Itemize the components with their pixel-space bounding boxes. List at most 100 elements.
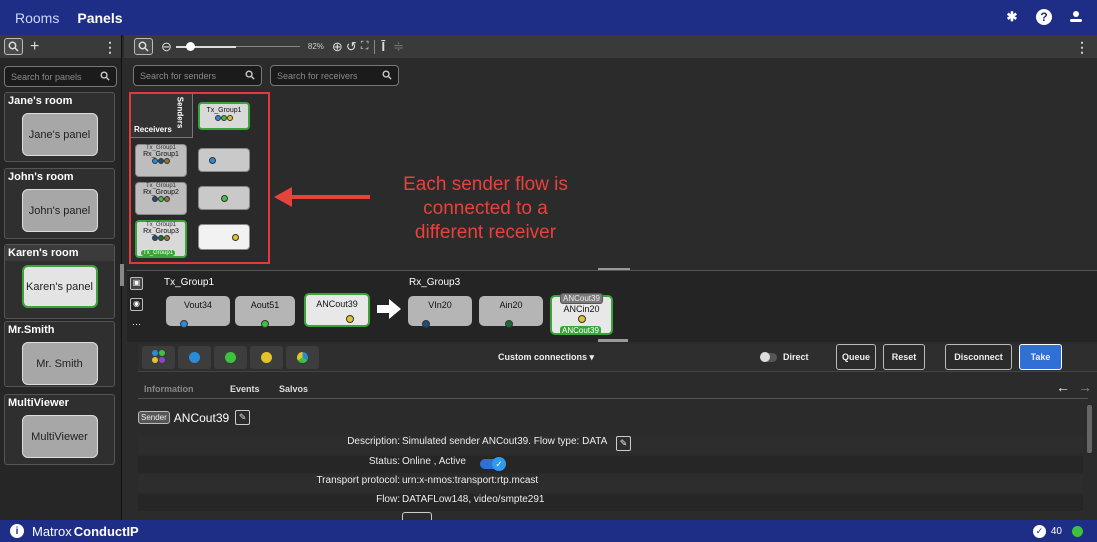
queue-button[interactable]: Queue [836,344,876,370]
edit-icon[interactable]: ✎ [235,410,251,425]
target-icon[interactable]: ◉ [130,298,143,311]
vertical-splitter[interactable] [120,264,124,286]
data-icon [232,234,239,241]
sender-header-label: Tx_Group1 [206,107,242,114]
annotation-line-2: connected to a [423,198,548,219]
status-row: Status: Online , Active ✓ [138,456,1083,473]
rx-flow-ancin[interactable]: ANCout39 ANCin20 ANCout39 [550,293,613,335]
custom-connections-dropdown[interactable]: Custom connections ▾ [498,352,594,363]
zoom-out-icon[interactable]: ⊖ [161,39,172,55]
grid-view-icon[interactable]: ▣ [130,277,143,290]
custom-connections-label: Custom connections [498,352,588,362]
more-icon[interactable]: ⋯ [130,319,143,332]
sender-header[interactable]: Tx_Group1 [198,102,250,130]
flow-row: Flow: DATAFLow148, video/smpte291 [138,494,1083,511]
panel-johns[interactable]: John's panel [21,189,98,232]
add-icon[interactable]: + [30,38,39,55]
tx-flow-ancout[interactable]: ANCout39 [304,293,370,327]
zoom-slider-knob[interactable] [185,41,195,51]
room-multiviewer: MultiViewer MultiViewer [4,394,115,465]
tx-flow-aout[interactable]: Aout51 [235,296,295,328]
tab-salvos[interactable]: Salvos [279,384,308,394]
receiver-row-3[interactable]: Tx_Group1 Rx_Group3 Tx_Group1 [135,220,187,258]
tab-information[interactable]: Information [144,384,194,394]
direct-toggle[interactable] [760,352,777,362]
horizontal-splitter[interactable] [598,339,628,342]
panel-janes[interactable]: Jane's panel [21,113,98,156]
receiver-search-input[interactable]: Search for receivers [270,65,399,86]
receiver-row-2[interactable]: Tx_Group1 Rx_Group2 [135,182,187,215]
direct-label: Direct [783,352,809,362]
panels-sidebar: + ⋮ Search for panels Jane's room Jane's… [0,35,122,520]
tx-flow-vout[interactable]: Vout34 [166,296,230,328]
info-icon[interactable]: i [10,524,24,538]
route-arrow-icon [377,299,401,319]
user-icon[interactable] [1067,8,1085,26]
top-bar: Rooms Panels ✱ ? [0,0,1097,35]
sidebar-toolbar: + ⋮ [0,35,121,58]
panel-mrsmith[interactable]: Mr. Smith [21,342,98,385]
crosspoint-1[interactable] [198,148,250,172]
filter-other-button[interactable] [286,346,319,369]
search-icon [245,69,255,82]
take-button[interactable]: Take [1019,344,1062,370]
edit-icon[interactable]: ✎ [616,436,631,451]
menu-kebab-icon[interactable]: ⋮ [1075,40,1089,54]
info-panel: Sender ANCout39 ✎ Description: Simulated… [138,405,1092,520]
distribute-icon[interactable]: ≑ [393,39,404,55]
forward-arrow-icon[interactable]: → [1078,379,1092,395]
fit-icon[interactable]: ⛶ [361,40,369,53]
help-icon[interactable]: ? [1035,8,1053,26]
transport-row: Transport protocol: urn:x-nmos:transport… [138,475,1083,492]
receiver-dots [136,158,186,165]
video-icon [152,350,158,356]
tab-rooms[interactable]: Rooms [15,10,59,26]
row-label: Status: [368,456,400,467]
sender-dots [200,114,248,122]
rx-flow-ain[interactable]: Ain20 [479,296,543,328]
menu-kebab-icon[interactable]: ⋮ [103,40,117,54]
video-icon [422,320,430,328]
video-icon [209,157,216,164]
panel-search-input[interactable]: Search for panels [4,66,117,87]
flow-label: Vout34 [183,300,213,310]
audio-icon [261,320,269,328]
reset-button[interactable]: Reset [883,344,925,370]
filter-all-button[interactable] [142,346,175,369]
data-icon [152,357,158,363]
row-label: Flow: [376,494,400,505]
gear-icon[interactable]: ✱ [1003,8,1021,26]
receiver-row-1[interactable]: Tx_Group1 Rx_Group1 [135,144,187,177]
tab-panels[interactable]: Panels [77,10,122,26]
panel-karens[interactable]: Karen's panel [21,265,98,308]
search-toggle-button[interactable] [134,38,153,55]
scrollbar-thumb[interactable] [1087,405,1092,453]
room-title: John's room [8,171,74,183]
filter-video-button[interactable] [178,346,211,369]
active-toggle[interactable]: ✓ [480,457,506,471]
reset-zoom-icon[interactable]: ↺ [346,39,357,55]
tab-events[interactable]: Events [230,384,260,394]
crosspoint-2[interactable] [198,186,250,210]
room-karens: Karen's room Karen's panel [4,244,115,319]
rx-flow-vin[interactable]: VIn20 [408,296,472,328]
divider [374,39,376,54]
filter-audio-button[interactable] [214,346,247,369]
sender-badge: Sender [138,411,170,424]
filter-data-button[interactable] [250,346,283,369]
zoom-slider[interactable] [175,41,236,51]
disconnect-button[interactable]: Disconnect [945,344,1012,370]
crosspoint-3[interactable] [198,224,250,250]
flow-label: Ain20 [499,300,523,310]
zoom-in-icon[interactable]: ⊕ [332,39,343,55]
sender-search-input[interactable]: Search for senders [133,65,262,86]
flow-label: ANCin20 [563,304,600,314]
partial-button[interactable] [402,512,432,520]
back-arrow-icon[interactable]: ← [1056,379,1070,395]
align-icon[interactable]: Ī [381,39,385,54]
chevron-down-icon: ▾ [589,352,595,362]
receiver-connected-tag: Tx_Group1 [141,250,176,256]
search-icon [100,70,110,83]
search-toggle-button[interactable] [4,38,23,55]
panel-multiviewer[interactable]: MultiViewer [21,415,98,458]
